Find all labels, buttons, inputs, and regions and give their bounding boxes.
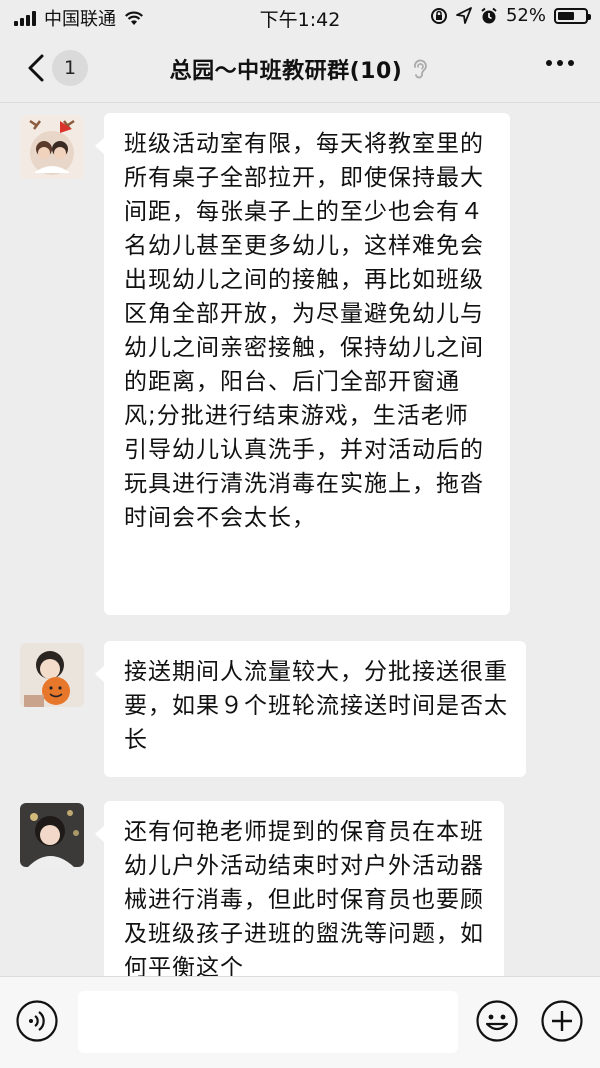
plus-icon[interactable] xyxy=(541,1000,583,1042)
voice-icon[interactable] xyxy=(16,1000,58,1042)
chat-title-wrap: 总园～中班教研群(10) xyxy=(0,53,600,85)
avatar-image xyxy=(20,803,84,867)
avatar-image xyxy=(20,115,84,179)
chat-title: 总园～中班教研群(10) xyxy=(169,59,403,84)
avatar-image xyxy=(20,643,84,707)
input-bar xyxy=(0,976,600,1068)
avatar[interactable] xyxy=(20,803,84,867)
more-icon[interactable] xyxy=(546,60,574,66)
message-bubble[interactable]: 接送期间人流量较大，分批接送很重要，如果９个班轮流接送时间是否太长 xyxy=(95,641,526,777)
message-input[interactable] xyxy=(78,991,458,1053)
alarm-icon xyxy=(481,7,497,23)
avatar[interactable] xyxy=(20,643,84,707)
chat-messages[interactable]: 班级活动室有限，每天将教室里的所有桌子全部拉开，即使保持最大间距，每张桌子上的至… xyxy=(0,103,600,976)
status-right: 52% xyxy=(430,5,591,26)
battery-icon xyxy=(554,7,591,24)
avatar[interactable] xyxy=(20,115,84,179)
ear-icon xyxy=(414,59,428,79)
emoji-icon[interactable] xyxy=(476,1000,518,1042)
battery-percent: 52% xyxy=(505,5,546,26)
orientation-lock-icon xyxy=(430,7,447,24)
message-bubble[interactable]: 班级活动室有限，每天将教室里的所有桌子全部拉开，即使保持最大间距，每张桌子上的至… xyxy=(95,113,510,615)
status-bar: 中国联通 下午1:42 52% xyxy=(0,0,600,34)
location-icon xyxy=(456,6,472,24)
chat-header: 1 总园～中班教研群(10) xyxy=(0,34,600,103)
message-bubble[interactable]: 还有何艳老师提到的保育员在本班幼儿户外活动结束时对户外活动器械进行消毒，但此时保… xyxy=(95,801,504,976)
